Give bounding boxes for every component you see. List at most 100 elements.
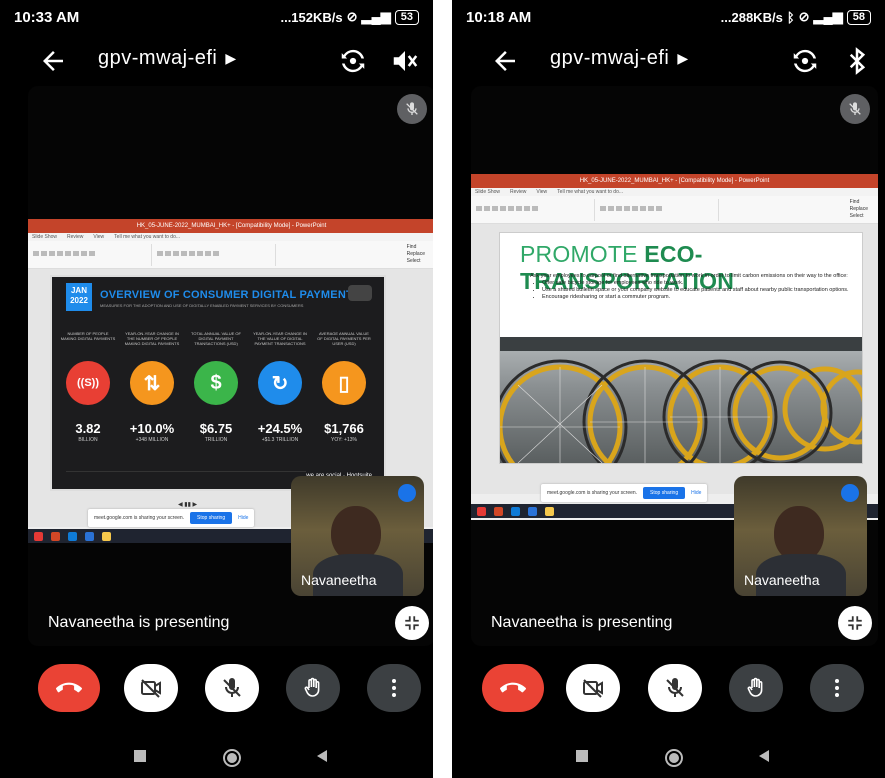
- camera-toggle-button[interactable]: [124, 664, 178, 712]
- presentation-stage[interactable]: HK_05-JUNE-2022_MUMBAI_HK+ - [Compatibil…: [28, 86, 433, 646]
- speaking-indicator-icon: [841, 484, 859, 502]
- back-icon[interactable]: [756, 748, 772, 764]
- battery-icon: 53: [394, 9, 419, 25]
- slide-bullet: Offer safe bicycle storage for employees…: [542, 280, 850, 287]
- bicycles-photo: [500, 337, 862, 463]
- more-vert-icon: [835, 679, 839, 697]
- slide-subtitle: MEASURES FOR THE ADOPTION AND USE OF DIG…: [100, 303, 304, 308]
- more-options-button[interactable]: [367, 664, 421, 712]
- mic-toggle-button[interactable]: [205, 664, 259, 712]
- presenter-mic-off-indicator: [397, 94, 427, 124]
- camera-toggle-button[interactable]: [566, 664, 620, 712]
- speaking-indicator-icon: [398, 484, 416, 502]
- dollar-icon: $: [194, 361, 238, 405]
- mic-off-icon: [849, 102, 861, 115]
- minimize-icon: [848, 616, 862, 630]
- up-down-arrows-icon: ⇅: [130, 361, 174, 405]
- network-speed: ...152KB/s: [280, 9, 343, 25]
- battery-icon: 58: [846, 9, 871, 25]
- mail-icon: [528, 506, 537, 516]
- back-icon[interactable]: [314, 748, 330, 764]
- android-nav-bar: [0, 740, 433, 776]
- switch-camera-icon[interactable]: [790, 46, 820, 76]
- recents-icon[interactable]: [132, 748, 148, 764]
- minimize-icon: [405, 616, 419, 630]
- fullscreen-exit-button[interactable]: [838, 606, 872, 640]
- network-speed: ...288KB/s: [720, 9, 783, 25]
- phone-screen-right: 10:18 AM ...288KB/s ᛒ ⊘ ▂▄▆ 58 gpv-mwaj-…: [452, 0, 885, 778]
- home-icon[interactable]: [222, 748, 242, 768]
- tab-view: View: [93, 234, 105, 240]
- user-dollar-icon: ▯: [322, 361, 366, 405]
- back-arrow-icon[interactable]: [38, 46, 68, 76]
- tab-review: Review: [67, 234, 84, 240]
- meeting-code: gpv-mwaj-efi: [98, 47, 218, 69]
- mic-off-icon: [223, 678, 241, 697]
- tell-me-box: Tell me what you want to do...: [114, 234, 181, 240]
- more-options-button[interactable]: [810, 664, 864, 712]
- edge-icon: [511, 506, 520, 516]
- raise-hand-button[interactable]: [286, 664, 340, 712]
- mic-off-icon: [406, 102, 418, 115]
- presenter-mic-off-indicator: [840, 94, 870, 124]
- raise-hand-button[interactable]: [729, 664, 783, 712]
- mic-off-icon: [666, 678, 684, 697]
- powerpoint-tabs: Slide Show Review View Tell me what you …: [471, 188, 878, 196]
- tell-me-box: Tell me what you want to do...: [557, 189, 624, 195]
- meeting-code-button[interactable]: gpv-mwaj-efi ▶: [98, 47, 237, 70]
- world-map-icon: [348, 285, 372, 301]
- hide-button[interactable]: Hide: [238, 515, 248, 521]
- caret-right-icon: ▶: [225, 50, 237, 66]
- slide-canvas: PROMOTE ECO-TRANSPORTATION Ask your empl…: [471, 224, 878, 494]
- back-arrow-icon[interactable]: [490, 46, 520, 76]
- powerpoint-icon: [494, 506, 503, 516]
- self-video-tile[interactable]: Navaneetha: [291, 476, 424, 596]
- tab-slide-show: Slide Show: [475, 189, 501, 195]
- ribbon-group-paragraph: [475, 199, 595, 221]
- hand-icon: [747, 677, 763, 697]
- mic-toggle-button[interactable]: [648, 664, 702, 712]
- speaker-off-icon[interactable]: [390, 46, 420, 76]
- metric-column: YEAR-ON-YEAR CHANGE IN THE NUMBER OF PEO…: [124, 331, 180, 443]
- more-vert-icon: [392, 679, 396, 697]
- shared-screen: HK_05-JUNE-2022_MUMBAI_HK+ - [Compatibil…: [471, 174, 878, 520]
- edge-icon: [68, 531, 77, 541]
- tile-name: Navaneetha: [301, 572, 377, 588]
- bluetooth-icon[interactable]: [842, 46, 872, 76]
- metric-column: YEAR-ON-YEAR CHANGE IN THE VALUE OF DIGI…: [253, 331, 307, 443]
- hand-icon: [304, 677, 320, 697]
- self-video-tile[interactable]: Navaneetha: [734, 476, 867, 596]
- ribbon-group-drawing: [599, 199, 719, 221]
- recents-icon[interactable]: [574, 748, 590, 764]
- fullscreen-exit-button[interactable]: [395, 606, 429, 640]
- switch-camera-icon[interactable]: [338, 46, 368, 76]
- stop-sharing-button[interactable]: Stop sharing: [190, 512, 233, 524]
- mail-icon: [85, 531, 94, 541]
- chrome-icon: [34, 531, 43, 541]
- stop-sharing-button[interactable]: Stop sharing: [643, 487, 686, 499]
- chrome-icon: [477, 506, 486, 516]
- signal-icon: ▂▄▆: [813, 9, 843, 24]
- status-time: 10:18 AM: [466, 8, 532, 26]
- slide-bullet: Encourage ridesharing or start a commute…: [542, 294, 850, 301]
- call-controls: [452, 664, 885, 720]
- slide-date-badge: JAN 2022: [66, 283, 92, 311]
- status-time: 10:33 AM: [14, 8, 80, 26]
- home-icon[interactable]: [664, 748, 684, 768]
- powerpoint-ribbon: Find Replace Select: [28, 241, 433, 269]
- alarm-icon: ⊘: [798, 9, 810, 24]
- slide-digital-payments: JAN 2022 OVERVIEW OF CONSUMER DIGITAL PA…: [50, 275, 386, 491]
- meeting-code-button[interactable]: gpv-mwaj-efi ▶: [550, 47, 689, 70]
- metric-column: TOTAL ANNUAL VALUE OF DIGITAL PAYMENT TR…: [191, 331, 241, 443]
- slide-footnote: [66, 471, 306, 479]
- end-call-button[interactable]: [38, 664, 100, 712]
- end-call-button[interactable]: [482, 664, 544, 712]
- presentation-stage[interactable]: HK_05-JUNE-2022_MUMBAI_HK+ - [Compatibil…: [471, 86, 878, 646]
- slide-pager: ◀ ▮▮ ▶: [178, 502, 198, 508]
- bluetooth-status-icon: ᛒ: [786, 9, 795, 25]
- presenting-label: Navaneetha is presenting: [48, 614, 230, 631]
- screen-share-bar: meet.google.com is sharing your screen. …: [541, 484, 708, 502]
- hide-button[interactable]: Hide: [691, 490, 701, 496]
- powerpoint-tabs: Slide Show Review View Tell me what you …: [28, 233, 433, 241]
- slide-eco-transportation: PROMOTE ECO-TRANSPORTATION Ask your empl…: [499, 232, 863, 464]
